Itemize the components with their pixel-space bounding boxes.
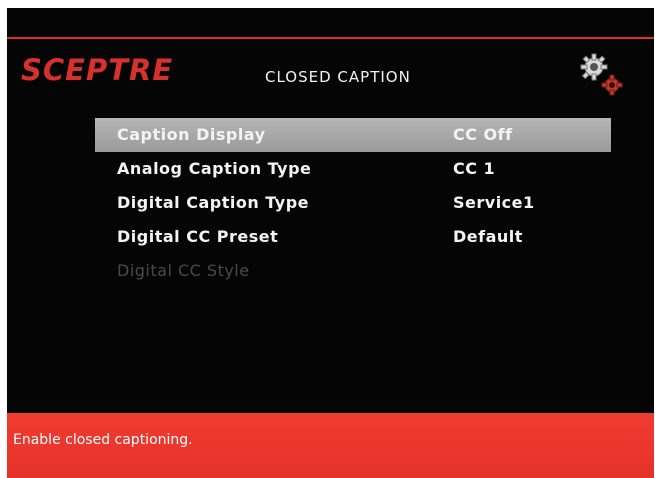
menu-item-digital-cc-preset[interactable]: Digital CC Preset Default xyxy=(95,220,611,254)
tv-osd-screen: SCEPTRE CLOSED CAPTION Caption Display C… xyxy=(7,8,654,478)
closed-caption-menu: Caption Display CC Off Analog Caption Ty… xyxy=(95,118,611,288)
menu-item-label: Digital CC Style xyxy=(117,261,250,280)
menu-item-analog-caption-type[interactable]: Analog Caption Type CC 1 xyxy=(95,152,611,186)
menu-item-label: Digital CC Preset xyxy=(117,227,279,246)
menu-item-value: CC 1 xyxy=(453,159,496,178)
menu-item-value: Default xyxy=(453,227,523,246)
sceptre-logo: SCEPTRE xyxy=(21,54,173,84)
help-text: Enable closed captioning. xyxy=(13,432,193,448)
gears-icon[interactable] xyxy=(578,51,626,99)
menu-item-digital-caption-type[interactable]: Digital Caption Type Service1 xyxy=(95,186,611,220)
menu-item-caption-display[interactable]: Caption Display CC Off xyxy=(95,118,611,152)
menu-item-digital-cc-style: Digital CC Style xyxy=(95,254,611,288)
menu-item-value: CC Off xyxy=(453,125,513,144)
menu-item-label: Digital Caption Type xyxy=(117,193,310,212)
menu-item-label: Caption Display xyxy=(117,125,266,144)
menu-item-value: Service1 xyxy=(453,193,535,212)
page-title: CLOSED CAPTION xyxy=(265,68,411,86)
menu-item-label: Analog Caption Type xyxy=(117,159,312,178)
help-bar: Enable closed captioning. xyxy=(7,413,654,478)
sceptre-logo-text: SCEPTRE xyxy=(21,54,173,84)
header-divider xyxy=(7,37,654,39)
